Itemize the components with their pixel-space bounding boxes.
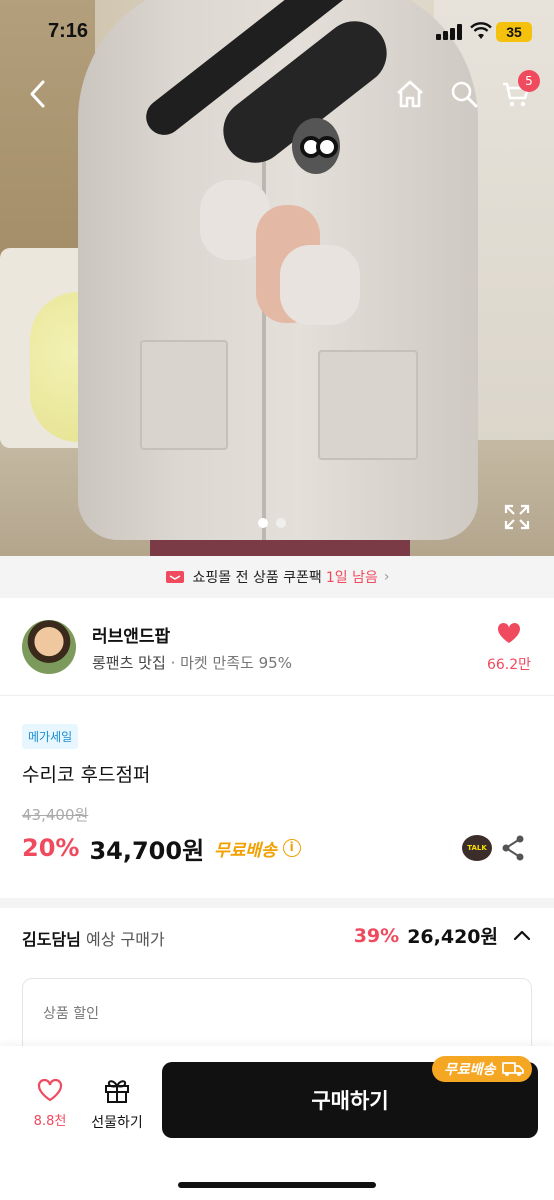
- shop-avatar: [22, 620, 76, 674]
- heart-outline-icon: [37, 1078, 63, 1102]
- sale-badge: 메가세일: [22, 724, 79, 749]
- original-price: 43,400원: [22, 806, 89, 824]
- free-shipping-pill-label: 무료배송: [444, 1062, 496, 1078]
- battery-icon: 35: [496, 22, 532, 42]
- discount-box-label: 상품 할인: [43, 1006, 99, 1022]
- wishlist-count: 8.8천: [33, 1114, 67, 1129]
- coupon-banner[interactable]: 쇼핑몰 전 상품 쿠폰팩 1일 남음 ›: [0, 556, 554, 598]
- gift-label: 선물하기: [91, 1115, 143, 1131]
- shop-row[interactable]: 러브앤드팝 롱팬츠 맛집 · 마켓 만족도 95% 66.2만: [0, 598, 554, 696]
- search-button[interactable]: [444, 74, 484, 114]
- expected-price-label: 김도담님 예상 구매가: [22, 926, 165, 950]
- section-divider: [0, 898, 554, 908]
- user-name: 김도담님: [22, 930, 81, 949]
- shop-tagline: 롱팬츠 맛집: [92, 654, 166, 672]
- photo-bag-charm: [292, 118, 340, 174]
- price-row: 20% 34,700원 무료배송 i: [22, 830, 301, 866]
- shop-name[interactable]: 러브앤드팝: [92, 622, 170, 647]
- back-button[interactable]: [18, 74, 58, 114]
- status-bar: 7:16 35: [0, 0, 554, 64]
- truck-icon: [501, 1062, 524, 1076]
- coupon-deadline: 1일 남음: [325, 570, 378, 586]
- carousel-dot-active: [258, 518, 268, 528]
- coupon-icon: [165, 571, 184, 583]
- photo-pocket-left: [140, 340, 228, 450]
- expected-price: 26,420원: [407, 926, 498, 948]
- expand-icon[interactable]: [502, 502, 532, 532]
- cart-count-badge: 5: [518, 70, 540, 92]
- coupon-text: 쇼핑몰 전 상품 쿠폰팩: [192, 570, 322, 586]
- heart-filled-icon: [497, 622, 521, 643]
- wifi-icon: [470, 22, 492, 39]
- discount-rate: 20%: [22, 834, 80, 862]
- cart-button[interactable]: 5: [496, 70, 540, 114]
- home-indicator: [178, 1182, 376, 1188]
- free-shipping-label: 무료배송: [214, 840, 277, 861]
- home-icon: [397, 80, 423, 108]
- carousel-indicator: [258, 518, 286, 528]
- chevron-left-icon: [30, 80, 45, 108]
- signal-icon: [436, 24, 462, 40]
- photo-cuff-right: [280, 245, 360, 325]
- wishlist-button[interactable]: 8.8천: [28, 1078, 72, 1129]
- info-icon[interactable]: i: [282, 839, 301, 857]
- search-icon: [451, 81, 478, 108]
- bottom-action-bar: 8.8천 선물하기 구매하기 무료배송: [0, 1046, 554, 1200]
- home-button[interactable]: [390, 74, 430, 114]
- status-time: 7:16: [48, 20, 89, 42]
- carousel-dot: [276, 518, 286, 528]
- shop-like-button[interactable]: 66.2만: [484, 622, 534, 674]
- photo-pocket-right: [318, 350, 418, 460]
- sale-price: 34,700원: [89, 836, 205, 865]
- share-icon[interactable]: [500, 834, 526, 862]
- chevron-up-icon: [513, 930, 531, 940]
- chevron-right-icon: ›: [383, 569, 390, 585]
- expected-label: 예상 구매가: [85, 930, 165, 949]
- expected-price-toggle[interactable]: 39% 26,420원: [354, 922, 532, 949]
- gift-button[interactable]: 선물하기: [86, 1076, 148, 1132]
- kakao-talk-icon[interactable]: TALK: [462, 835, 492, 861]
- free-shipping-pill: 무료배송: [432, 1056, 532, 1082]
- shop-satisfaction: · 마켓 만족도 95%: [170, 654, 292, 672]
- shop-subtitle: 롱팬츠 맛집 · 마켓 만족도 95%: [92, 652, 292, 673]
- product-name: 수리코 후드점퍼: [22, 764, 151, 786]
- shop-like-count: 66.2만: [486, 657, 532, 673]
- gift-icon: [105, 1080, 129, 1103]
- expected-discount: 39%: [353, 924, 400, 947]
